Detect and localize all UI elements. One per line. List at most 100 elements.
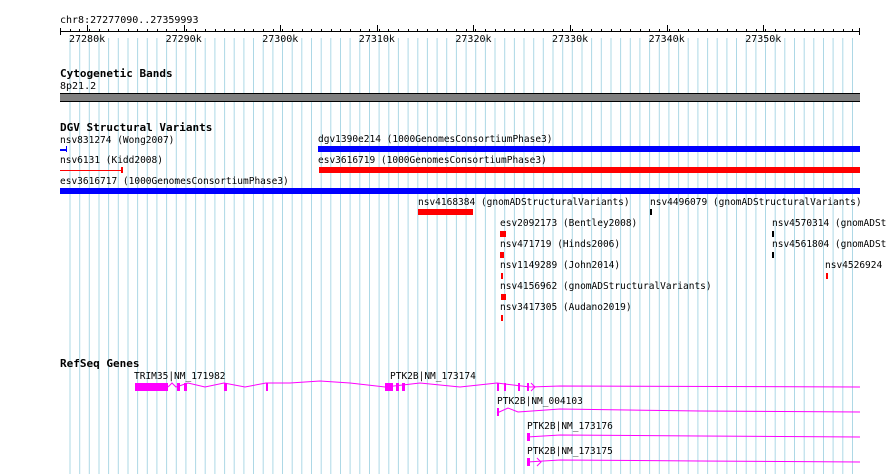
ruler-tick: [280, 25, 282, 32]
ruler-minor-tick: [446, 29, 448, 32]
ruler-minor-tick: [523, 29, 525, 32]
ruler-tick-label: 27300k: [262, 34, 299, 45]
ruler-minor-tick: [146, 29, 148, 32]
dgv-feature-nsv4156962[interactable]: [501, 294, 506, 300]
ruler-minor-tick: [832, 29, 834, 32]
ruler-minor-tick: [620, 29, 622, 32]
dgv-feature-dgv1390e214[interactable]: [318, 146, 860, 152]
ruler-minor-tick: [204, 29, 206, 32]
dgv-label-esv3616717: esv3616717 (1000GenomesConsortiumPhase3): [60, 176, 289, 187]
dgv-label-nsv471719: nsv471719 (Hinds2006): [500, 239, 621, 250]
dgv-track-title: DGV Structural Variants: [60, 121, 213, 134]
dgv-feature-nsv4496079[interactable]: [650, 209, 652, 215]
ruler-minor-tick: [494, 29, 496, 32]
dgv-feature-nsv4168384[interactable]: [418, 209, 473, 215]
ruler-minor-tick: [359, 29, 361, 32]
dgv-feature-nsv471719[interactable]: [500, 252, 504, 258]
dgv-label-nsv6131: nsv6131 (Kidd2008): [60, 155, 163, 166]
ruler-tick: [570, 25, 571, 32]
ruler-minor-tick: [427, 29, 429, 32]
ruler-tick-label: 27310k: [358, 34, 395, 45]
ruler-minor-tick: [678, 29, 680, 32]
dgv-feature-esv3616719[interactable]: [319, 167, 860, 173]
ruler-minor-tick: [60, 29, 61, 32]
dgv-label-nsv1149289: nsv1149289 (John2014): [500, 260, 621, 271]
ruler-tick: [666, 25, 668, 32]
dgv-label-nsv4168384: nsv4168384 (gnomADStructuralVariants): [418, 197, 630, 208]
ruler-minor-tick: [639, 29, 641, 32]
dgv-feature-nsv1149289[interactable]: [501, 273, 503, 279]
ruler-minor-tick: [591, 29, 593, 32]
ruler-minor-tick: [716, 29, 718, 32]
ruler-minor-tick: [687, 29, 689, 32]
ruler-minor-tick: [697, 29, 699, 32]
ruler-minor-tick: [320, 29, 322, 32]
ruler-tick: [763, 25, 765, 32]
gene-label-ptk2b-nm173175: PTK2B|NM_173175: [527, 446, 613, 457]
ruler-tick-label: 27280k: [69, 34, 106, 45]
ruler-minor-tick: [852, 29, 854, 32]
ruler-minor-tick: [291, 29, 293, 32]
ruler-minor-tick: [195, 29, 197, 32]
ruler-minor-tick: [610, 29, 612, 32]
ruler-tick-label: 27330k: [552, 34, 589, 45]
ruler-minor-tick: [369, 29, 371, 32]
ruler-minor-tick: [755, 29, 757, 32]
ruler-minor-tick: [514, 29, 515, 32]
ruler-tick: [183, 25, 185, 32]
ruler-minor-tick: [185, 29, 187, 32]
cytoband-bar[interactable]: [60, 93, 860, 102]
ruler-tick-label: 27320k: [455, 34, 492, 45]
ruler-minor-tick: [658, 29, 660, 32]
ruler-minor-tick: [349, 29, 351, 32]
ruler-minor-tick: [533, 29, 535, 32]
dgv-feature-nsv4561804[interactable]: [772, 252, 774, 258]
ruler-minor-tick: [417, 29, 419, 32]
ruler-minor-tick: [475, 29, 477, 32]
ruler-minor-tick: [504, 29, 506, 32]
gene-label-ptk2b-nm004103: PTK2B|NM_004103: [497, 396, 583, 407]
dgv-label-esv3616719: esv3616719 (1000GenomesConsortiumPhase3): [318, 155, 547, 166]
ruler-minor-tick: [765, 29, 767, 32]
ruler-tick: [87, 25, 88, 32]
ruler-minor-tick: [552, 29, 554, 32]
dgv-feature-esv2092173[interactable]: [500, 231, 506, 237]
ruler-axis-line: [60, 31, 860, 32]
ruler-minor-tick: [784, 29, 786, 32]
dgv-feature-esv3616717[interactable]: [60, 188, 860, 194]
ruler-minor-tick: [330, 29, 332, 32]
dgv-label-nsv831274: nsv831274 (Wong2007): [60, 135, 175, 146]
ruler-minor-tick: [629, 29, 631, 32]
ruler-minor-tick: [456, 29, 458, 32]
dgv-label-nsv4156962: nsv4156962 (gnomADStructuralVariants): [500, 281, 712, 292]
ruler-minor-tick: [813, 29, 815, 32]
ruler-minor-tick: [224, 29, 226, 32]
cytoband-label: 8p21.2: [60, 81, 97, 92]
ruler-minor-tick: [89, 29, 90, 32]
dgv-feature-nsv3417305[interactable]: [501, 315, 503, 321]
ruler-minor-tick: [118, 29, 119, 32]
dgv-label-esv2092173: esv2092173 (Bentley2008): [500, 218, 638, 229]
ruler-minor-tick: [262, 29, 264, 32]
gene-label-ptk2b-nm173176: PTK2B|NM_173176: [527, 421, 613, 432]
ruler-minor-tick: [436, 29, 438, 32]
ruler-minor-tick: [156, 29, 158, 32]
ruler-minor-tick: [707, 29, 709, 32]
ruler-minor-tick: [175, 29, 177, 32]
ruler-minor-tick: [108, 29, 110, 32]
dgv-label-dgv1390e214: dgv1390e214 (1000GenomesConsortiumPhase3…: [318, 134, 553, 145]
ruler-minor-tick: [745, 29, 747, 32]
ruler-tick-label: 27340k: [648, 34, 685, 45]
dgv-feature-nsv6131-tick: [121, 167, 123, 173]
ruler-minor-tick: [543, 29, 544, 32]
ruler-minor-tick: [601, 29, 602, 32]
dgv-label-nsv4570314: nsv4570314 (gnomADSt: [772, 218, 887, 229]
dgv-feature-nsv4526924[interactable]: [826, 273, 828, 279]
dgv-feature-nsv4570314[interactable]: [772, 231, 774, 237]
dgv-label-nsv4496079: nsv4496079 (gnomADStructuralVariants): [650, 197, 862, 208]
ruler-minor-tick: [214, 29, 216, 32]
ruler-minor-tick: [649, 29, 651, 32]
ruler-minor-tick: [253, 29, 255, 32]
dgv-feature-nsv6131[interactable]: [60, 170, 122, 171]
ruler-minor-tick: [465, 29, 467, 32]
